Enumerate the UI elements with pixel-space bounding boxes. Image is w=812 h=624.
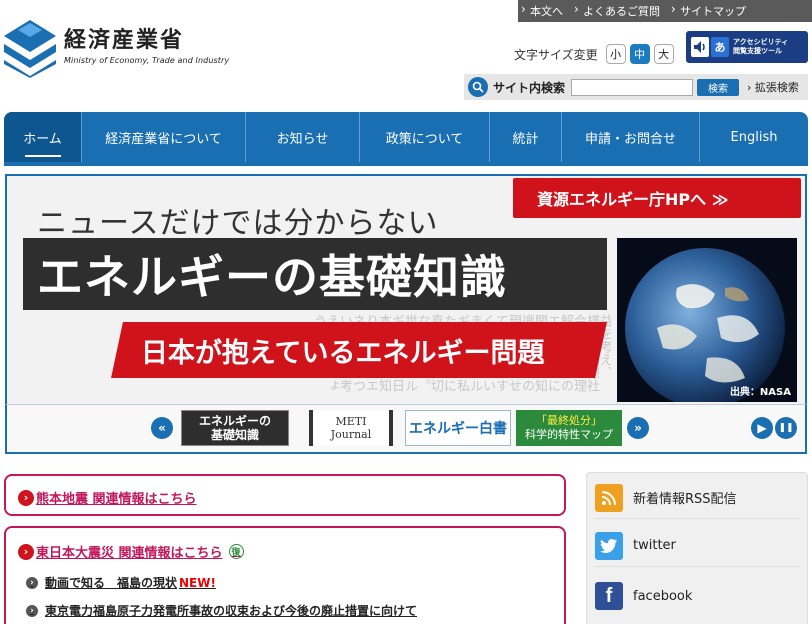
thumb-energy-basics-line2: 基礎知識 xyxy=(210,428,259,442)
nav-policy[interactable]: 政策について xyxy=(360,112,490,162)
hero-banner[interactable]: 益を考え、様々な国際社会の動きを理解するためのエネルギーに関する基礎知識を、日本… xyxy=(5,174,807,406)
search-icon xyxy=(468,77,488,97)
search-input[interactable] xyxy=(571,78,694,96)
nav-statistics[interactable]: 統計 xyxy=(490,112,562,162)
carousel-play-button[interactable]: ▶ xyxy=(751,417,773,439)
page: 本文へ よくあるご質問 サイトマップ 経済産業省 Ministry of Eco… xyxy=(0,0,812,624)
facebook-link[interactable]: f facebook xyxy=(595,575,801,617)
nav-applications[interactable]: 申請・お問合せ xyxy=(562,112,700,162)
nav-news[interactable]: お知らせ xyxy=(246,112,360,162)
speaker-icon xyxy=(691,37,709,57)
image-credit: 出典：NASA xyxy=(729,387,791,398)
carousel-thumb-final-disposal-map[interactable]: 「最終処分」 科学的特性マップ xyxy=(516,410,622,446)
carousel-pause-button[interactable]: ❚❚ xyxy=(775,417,797,439)
arrow-right-icon: › xyxy=(26,576,38,589)
hero-title: エネルギーの基礎知識 xyxy=(23,238,607,310)
earth-image: 出典：NASA xyxy=(617,238,797,402)
thumb-disposal-line1: 「最終処分」 xyxy=(536,414,602,427)
social-links: 新着情報RSS配信 twitter f facebook xyxy=(586,472,808,624)
carousel-thumb-energy-basics[interactable]: エネルギーの 基礎知識 xyxy=(181,410,289,446)
earthquake-notice-text: 東日本大震災 関連情報はこちら xyxy=(36,546,223,561)
arrow-right-icon: › xyxy=(18,489,34,506)
nav-english[interactable]: English xyxy=(700,112,808,162)
earthquake-notice-link[interactable]: › 東日本大震災 関連情報はこちら 復 xyxy=(18,542,244,561)
advanced-search-link[interactable]: › 拡張検索 xyxy=(747,79,799,95)
earth-icon xyxy=(625,248,785,402)
reconstruction-badge-icon: 復 xyxy=(228,544,244,559)
hero-band-text: 日本が抱えているエネルギー問題 xyxy=(141,337,545,369)
facebook-label: facebook xyxy=(633,588,693,604)
search-button[interactable]: 検索 xyxy=(697,78,740,96)
great-east-japan-earthquake-box: › 東日本大震災 関連情報はこちら 復 › 動画で知る 福島の現状 NEW! ›… xyxy=(4,526,566,624)
new-badge: NEW! xyxy=(179,575,216,590)
font-size-label: 文字サイズ変更 xyxy=(514,47,598,62)
kumamoto-notice-text: 熊本地震 関連情報はこちら xyxy=(36,492,197,507)
fukushima-video-link[interactable]: › 動画で知る 福島の現状 NEW! xyxy=(26,574,216,591)
nav-underline xyxy=(4,162,808,166)
twitter-label: twitter xyxy=(633,538,676,553)
kumamoto-notice-link[interactable]: › 熊本地震 関連情報はこちら xyxy=(18,488,197,507)
hero-band: 日本が抱えているエネルギー問題 xyxy=(111,322,607,378)
font-size-medium-button[interactable]: 中 xyxy=(629,44,650,64)
skip-to-content-link[interactable]: 本文へ xyxy=(518,2,571,19)
accessibility-line1: アクセシビリティ xyxy=(733,38,789,46)
nav-home[interactable]: ホーム xyxy=(4,112,82,162)
carousel-prev-button[interactable]: « xyxy=(151,417,173,439)
energy-agency-link[interactable]: 資源エネルギー庁HPへ ≫ xyxy=(513,178,801,218)
font-size-small-button[interactable]: 小 xyxy=(605,44,626,64)
thumb-disposal-line2: 科学的特性マップ xyxy=(525,428,613,441)
thumb-energy-basics-line1: エネルギーの xyxy=(198,414,271,428)
meti-logo-mark-icon xyxy=(4,20,56,78)
font-size-large-button[interactable]: 大 xyxy=(653,44,674,64)
decommissioning-text: 東京電力福島原子力発電所事故の収束および今後の廃止措置に向けて xyxy=(45,604,418,618)
sitemap-link[interactable]: サイトマップ xyxy=(668,2,754,19)
arrow-right-icon: › xyxy=(18,543,34,560)
logo-en-text: Ministry of Economy, Trade and Industry xyxy=(64,56,230,65)
arrow-right-icon: › xyxy=(26,604,38,617)
accessibility-tool-button[interactable]: あ アクセシビリティ 閲覧支援ツール xyxy=(686,31,808,63)
faq-link[interactable]: よくあるご質問 xyxy=(571,2,668,19)
accessibility-line2: 閲覧支援ツール xyxy=(733,47,782,55)
kumamoto-notice-box: › 熊本地震 関連情報はこちら xyxy=(4,474,566,516)
decommissioning-link[interactable]: › 東京電力福島原子力発電所事故の収束および今後の廃止措置に向けて xyxy=(26,602,417,619)
rss-label: 新着情報RSS配信 xyxy=(633,492,737,507)
advanced-search-label: 拡張検索 xyxy=(754,81,799,94)
carousel-thumb-energy-whitepaper[interactable]: エネルギー白書 xyxy=(405,410,511,446)
thumb-meti-line2: Journal xyxy=(330,428,372,441)
search-label: サイト内検索 xyxy=(493,80,566,95)
site-search: サイト内検索 検索 › 拡張検索 xyxy=(464,74,808,100)
thumb-meti-line1: METI xyxy=(335,415,367,428)
facebook-icon: f xyxy=(595,582,623,610)
carousel-thumb-meti-journal[interactable]: METI Journal xyxy=(309,410,393,446)
twitter-icon xyxy=(595,531,623,560)
nav-about[interactable]: 経済産業省について xyxy=(82,112,246,162)
hero-subtitle: ニュースだけでは分からない xyxy=(37,206,439,241)
site-logo[interactable]: 経済産業省 Ministry of Economy, Trade and Ind… xyxy=(4,16,229,78)
logo-jp-text: 経済産業省 xyxy=(64,28,185,53)
text-a-icon: あ xyxy=(711,37,729,57)
rss-icon xyxy=(595,483,623,512)
global-nav: ホーム 経済産業省について お知らせ 政策について 統計 申請・お問合せ Eng… xyxy=(4,112,808,162)
fukushima-video-text: 動画で知る 福島の現状 xyxy=(45,576,178,590)
twitter-link[interactable]: twitter xyxy=(595,525,801,567)
rss-link[interactable]: 新着情報RSS配信 xyxy=(595,477,801,519)
utility-bar: 本文へ よくあるご質問 サイトマップ xyxy=(518,0,812,22)
font-size-switcher: 文字サイズ変更 小 中 大 xyxy=(514,44,674,64)
banner-carousel: « エネルギーの 基礎知識 METI Journal エネルギー白書 「最終処分」科… xyxy=(5,404,807,454)
carousel-next-button[interactable]: » xyxy=(627,417,649,439)
